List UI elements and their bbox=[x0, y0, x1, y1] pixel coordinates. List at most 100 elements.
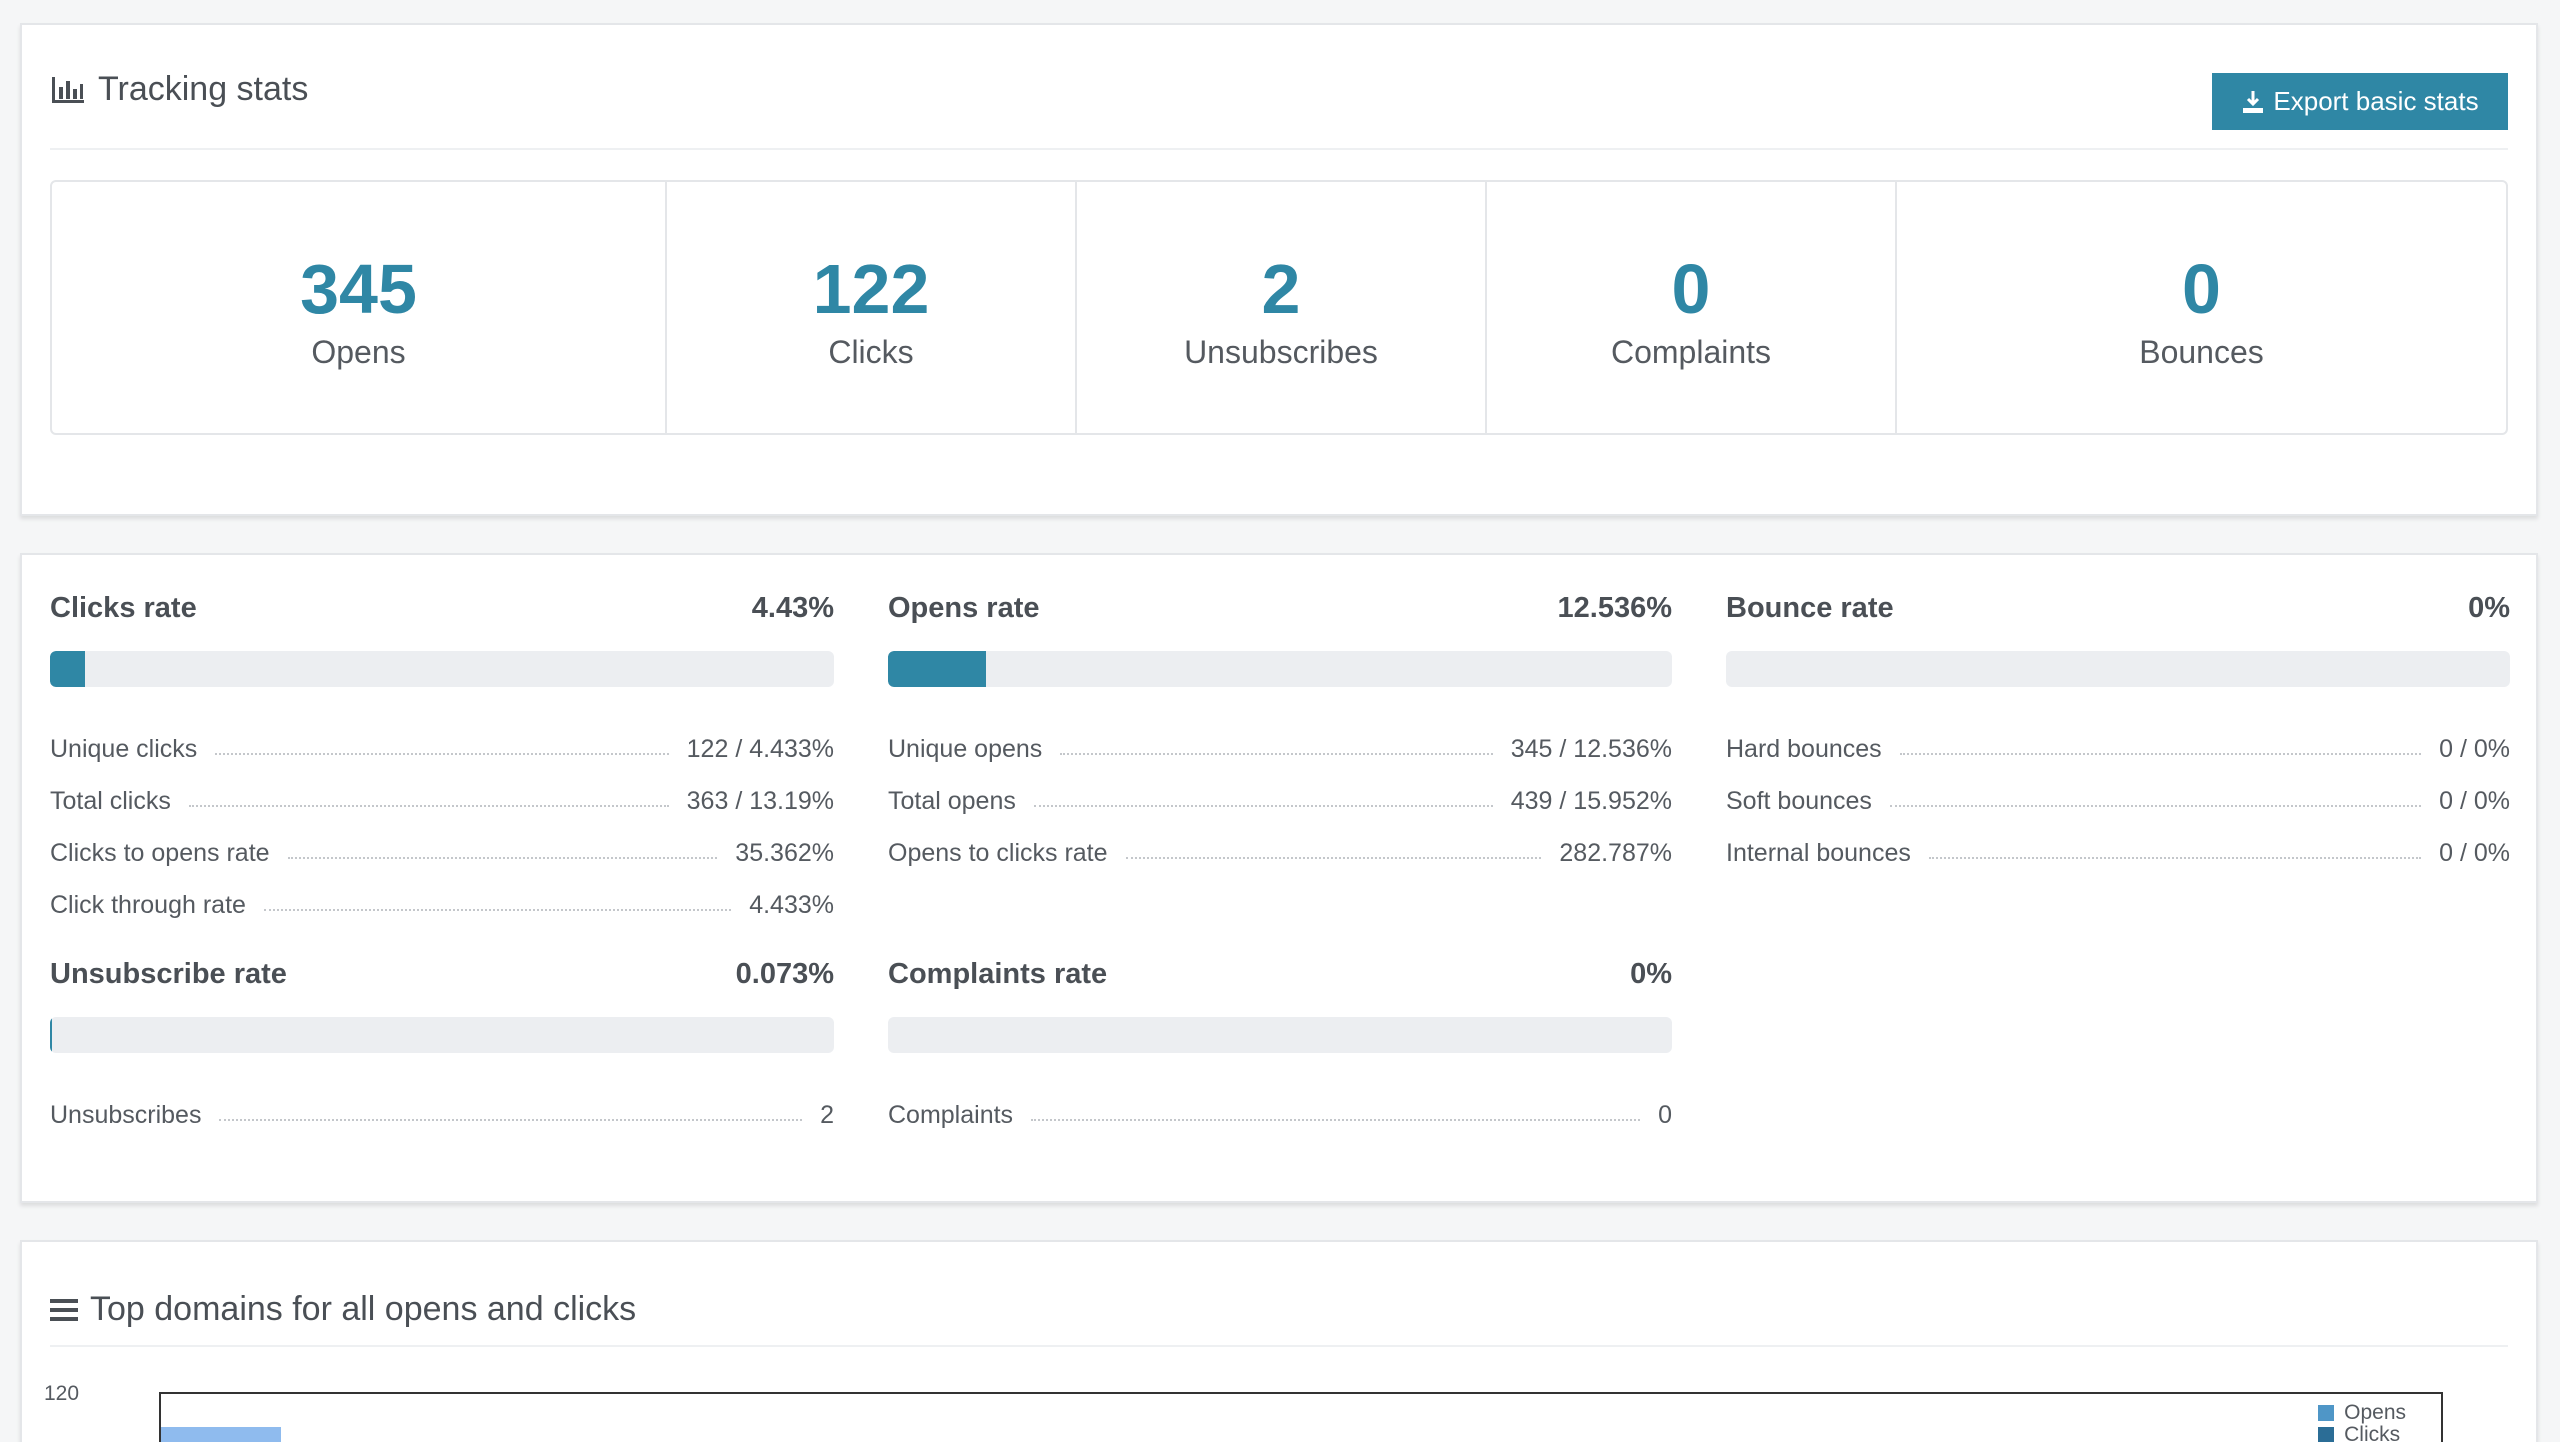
stat-row: Unsubscribes 2 bbox=[50, 1089, 834, 1141]
stat-value: 122 / 4.433% bbox=[686, 734, 834, 763]
domains-chart-plot bbox=[159, 1392, 2443, 1442]
stat-label: Internal bounces bbox=[1726, 838, 1911, 867]
stat-label: Complaints bbox=[888, 1100, 1014, 1129]
bar-chart-icon bbox=[52, 76, 84, 103]
dotted-leader bbox=[188, 805, 669, 807]
stat-row: Hard bounces 0 / 0% bbox=[1726, 723, 2510, 775]
rate-title: Bounce rate bbox=[1726, 592, 1894, 624]
rate-value: 0.073% bbox=[735, 958, 834, 990]
stat-value: 4.433% bbox=[749, 890, 834, 919]
counters-row: 345 Opens 122 Clicks 2 Unsubscribes 0 Co… bbox=[50, 180, 2508, 435]
progress-bar-fill bbox=[50, 651, 85, 687]
counter-value: 122 bbox=[812, 250, 930, 328]
tracking-stats-title: Tracking stats bbox=[50, 70, 308, 109]
legend-label: Clicks bbox=[2344, 1423, 2401, 1442]
stat-label: Click through rate bbox=[50, 890, 246, 919]
dotted-leader bbox=[219, 1119, 803, 1121]
counter-value: 2 bbox=[1261, 250, 1301, 328]
counter-clicks: 122 Clicks bbox=[667, 182, 1077, 433]
counter-unsubscribes: 2 Unsubscribes bbox=[1077, 182, 1487, 433]
dotted-leader bbox=[1031, 1119, 1641, 1121]
rate-title: Complaints rate bbox=[888, 958, 1108, 990]
stat-label: Unique clicks bbox=[50, 734, 198, 763]
legend-item-clicks: Clicks bbox=[2318, 1423, 2406, 1442]
stat-row: Clicks to opens rate 35.362% bbox=[50, 827, 834, 879]
dotted-leader bbox=[287, 857, 718, 859]
stat-value: 0 / 0% bbox=[2439, 786, 2510, 815]
counter-label: Opens bbox=[311, 334, 406, 370]
stat-label: Opens to clicks rate bbox=[888, 838, 1108, 867]
rate-value: 0% bbox=[1630, 958, 1672, 990]
dotted-leader bbox=[1033, 805, 1493, 807]
legend-swatch bbox=[2318, 1405, 2335, 1421]
stat-value: 282.787% bbox=[1559, 838, 1672, 867]
stat-value: 345 / 12.536% bbox=[1510, 734, 1672, 763]
progress-bar bbox=[888, 651, 1672, 687]
progress-bar bbox=[50, 651, 834, 687]
complaints-rate-block: Complaints rate 0% Complaints 0 bbox=[888, 958, 1672, 1141]
dotted-leader bbox=[1899, 753, 2422, 755]
export-basic-stats-button[interactable]: Export basic stats bbox=[2212, 73, 2508, 130]
export-icon bbox=[2243, 90, 2264, 113]
stat-row: Unique clicks 122 / 4.433% bbox=[50, 723, 834, 775]
stat-row: Unique opens 345 / 12.536% bbox=[888, 723, 1672, 775]
progress-bar bbox=[888, 1017, 1672, 1053]
stat-value: 363 / 13.19% bbox=[686, 786, 834, 815]
stat-value: 35.362% bbox=[735, 838, 834, 867]
dotted-leader bbox=[1060, 753, 1493, 755]
progress-bar-fill bbox=[50, 1017, 52, 1053]
stat-label: Total clicks bbox=[50, 786, 171, 815]
progress-bar bbox=[50, 1017, 834, 1053]
clicks-rate-block: Clicks rate 4.43% Unique clicks 122 / 4.4… bbox=[50, 592, 834, 931]
rate-title: Unsubscribe rate bbox=[50, 958, 287, 990]
stat-label: Clicks to opens rate bbox=[50, 838, 270, 867]
stat-value: 2 bbox=[820, 1100, 834, 1129]
legend-swatch bbox=[2318, 1427, 2335, 1442]
stat-label: Hard bounces bbox=[1726, 734, 1882, 763]
tracking-stats-header: Tracking stats Export basic stats bbox=[50, 25, 2508, 150]
top-domains-title: Top domains for all opens and clicks bbox=[50, 1290, 636, 1329]
counter-label: Clicks bbox=[828, 334, 914, 370]
stat-row: Internal bounces 0 / 0% bbox=[1726, 827, 2510, 879]
counter-complaints: 0 Complaints bbox=[1487, 182, 1897, 433]
legend-label: Opens bbox=[2344, 1401, 2406, 1424]
tracking-stats-panel: Tracking stats Export basic stats 345 Op… bbox=[20, 23, 2538, 516]
dotted-leader bbox=[263, 909, 732, 911]
stat-label: Unsubscribes bbox=[50, 1100, 202, 1129]
stat-row: Total opens 439 / 15.952% bbox=[888, 775, 1672, 827]
list-icon bbox=[50, 1298, 78, 1321]
stat-value: 0 / 0% bbox=[2439, 734, 2510, 763]
stat-row: Click through rate 4.433% bbox=[50, 879, 834, 931]
chart-legend: Opens Clicks bbox=[2318, 1401, 2406, 1442]
rates-panel: Clicks rate 4.43% Unique clicks 122 / 4.4… bbox=[20, 553, 2538, 1203]
counter-value: 345 bbox=[300, 250, 417, 328]
rate-value: 12.536% bbox=[1557, 592, 1673, 624]
progress-bar-fill bbox=[888, 651, 987, 687]
tracking-stats-title-text: Tracking stats bbox=[98, 70, 309, 108]
rate-title: Opens rate bbox=[888, 592, 1040, 624]
stat-value: 0 / 0% bbox=[2439, 838, 2510, 867]
progress-bar bbox=[1726, 651, 2510, 687]
dotted-leader bbox=[1889, 805, 2422, 807]
counter-value: 0 bbox=[2182, 250, 2221, 328]
counter-label: Bounces bbox=[2139, 334, 2264, 370]
stat-row: Soft bounces 0 / 0% bbox=[1726, 775, 2510, 827]
dotted-leader bbox=[1928, 857, 2422, 859]
opens-rate-block: Opens rate 12.536% Unique opens 345 / 12.… bbox=[888, 592, 1672, 879]
counter-label: Complaints bbox=[1610, 334, 1772, 370]
legend-item-opens: Opens bbox=[2318, 1401, 2406, 1424]
bounce-rate-block: Bounce rate 0% Hard bounces 0 / 0% Soft b… bbox=[1726, 592, 2510, 879]
rate-title: Clicks rate bbox=[50, 592, 197, 624]
dotted-leader bbox=[215, 753, 669, 755]
rate-value: 0% bbox=[2468, 592, 2510, 624]
y-axis-tick-label: 120 bbox=[44, 1382, 80, 1405]
dotted-leader bbox=[1125, 857, 1542, 859]
stat-value: 0 bbox=[1658, 1100, 1672, 1129]
stat-label: Unique opens bbox=[888, 734, 1043, 763]
stat-label: Soft bounces bbox=[1726, 786, 1872, 815]
top-domains-title-text: Top domains for all opens and clicks bbox=[90, 1290, 637, 1328]
rate-value: 4.43% bbox=[751, 592, 834, 624]
stat-row: Complaints 0 bbox=[888, 1089, 1672, 1141]
chart-bar-opens bbox=[161, 1427, 281, 1442]
stat-label: Total opens bbox=[888, 786, 1016, 815]
